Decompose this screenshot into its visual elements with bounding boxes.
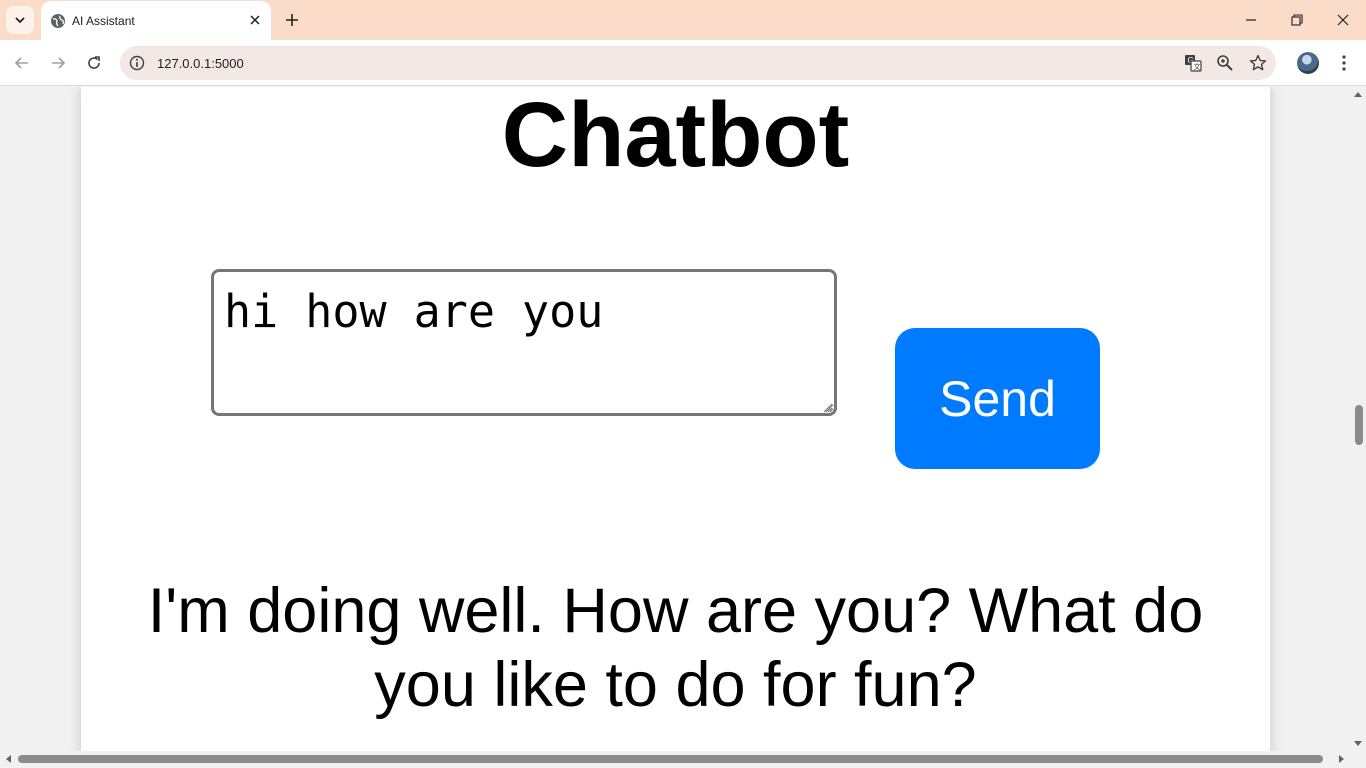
- page-title: Chatbot: [501, 87, 850, 186]
- horizontal-scrollbar[interactable]: [0, 751, 1350, 768]
- message-input[interactable]: hi how are you: [211, 269, 837, 416]
- profile-avatar[interactable]: [1297, 52, 1319, 74]
- menu-dots-icon[interactable]: [1334, 53, 1354, 73]
- scroll-up-icon[interactable]: [1353, 90, 1363, 98]
- svg-text:文: 文: [1194, 62, 1201, 71]
- bot-response: I'm doing well. How are you? What do you…: [147, 576, 1204, 720]
- browser-toolbar: 127.0.0.1:5000 G文: [0, 40, 1366, 86]
- globe-icon: [50, 13, 66, 29]
- url-text: 127.0.0.1:5000: [157, 56, 244, 71]
- horizontal-scroll-thumb[interactable]: [18, 755, 1323, 763]
- zoom-icon[interactable]: [1215, 53, 1235, 73]
- vertical-scroll-thumb[interactable]: [1355, 405, 1363, 445]
- tab-title: AI Assistant: [72, 14, 135, 28]
- page-viewport: Chatbot hi how are you Send I'm doing we…: [0, 87, 1350, 751]
- vertical-scrollbar[interactable]: [1350, 87, 1366, 751]
- chat-container: Chatbot hi how are you Send I'm doing we…: [81, 87, 1270, 751]
- bookmark-star-icon[interactable]: [1248, 53, 1268, 73]
- back-icon[interactable]: [10, 51, 34, 75]
- address-bar[interactable]: 127.0.0.1:5000 G文: [120, 46, 1276, 80]
- send-button[interactable]: Send: [895, 328, 1100, 469]
- minimize-icon[interactable]: [1228, 0, 1274, 40]
- forward-icon[interactable]: [46, 51, 70, 75]
- close-icon[interactable]: [247, 12, 263, 28]
- translate-icon[interactable]: G文: [1183, 53, 1203, 73]
- window-close-icon[interactable]: [1320, 0, 1366, 40]
- tab-ai-assistant[interactable]: AI Assistant: [41, 1, 271, 40]
- reload-icon[interactable]: [82, 51, 106, 75]
- tab-search-icon[interactable]: [6, 6, 34, 34]
- new-tab-icon[interactable]: [282, 10, 302, 30]
- site-info-icon[interactable]: [129, 55, 145, 71]
- scroll-left-icon[interactable]: [4, 754, 12, 764]
- tab-strip: AI Assistant: [0, 0, 1366, 40]
- restore-icon[interactable]: [1274, 0, 1320, 40]
- scroll-down-icon[interactable]: [1353, 740, 1363, 748]
- scrollbar-corner: [1350, 751, 1366, 768]
- resize-grip-icon[interactable]: [821, 401, 833, 413]
- scroll-right-icon[interactable]: [1338, 754, 1346, 764]
